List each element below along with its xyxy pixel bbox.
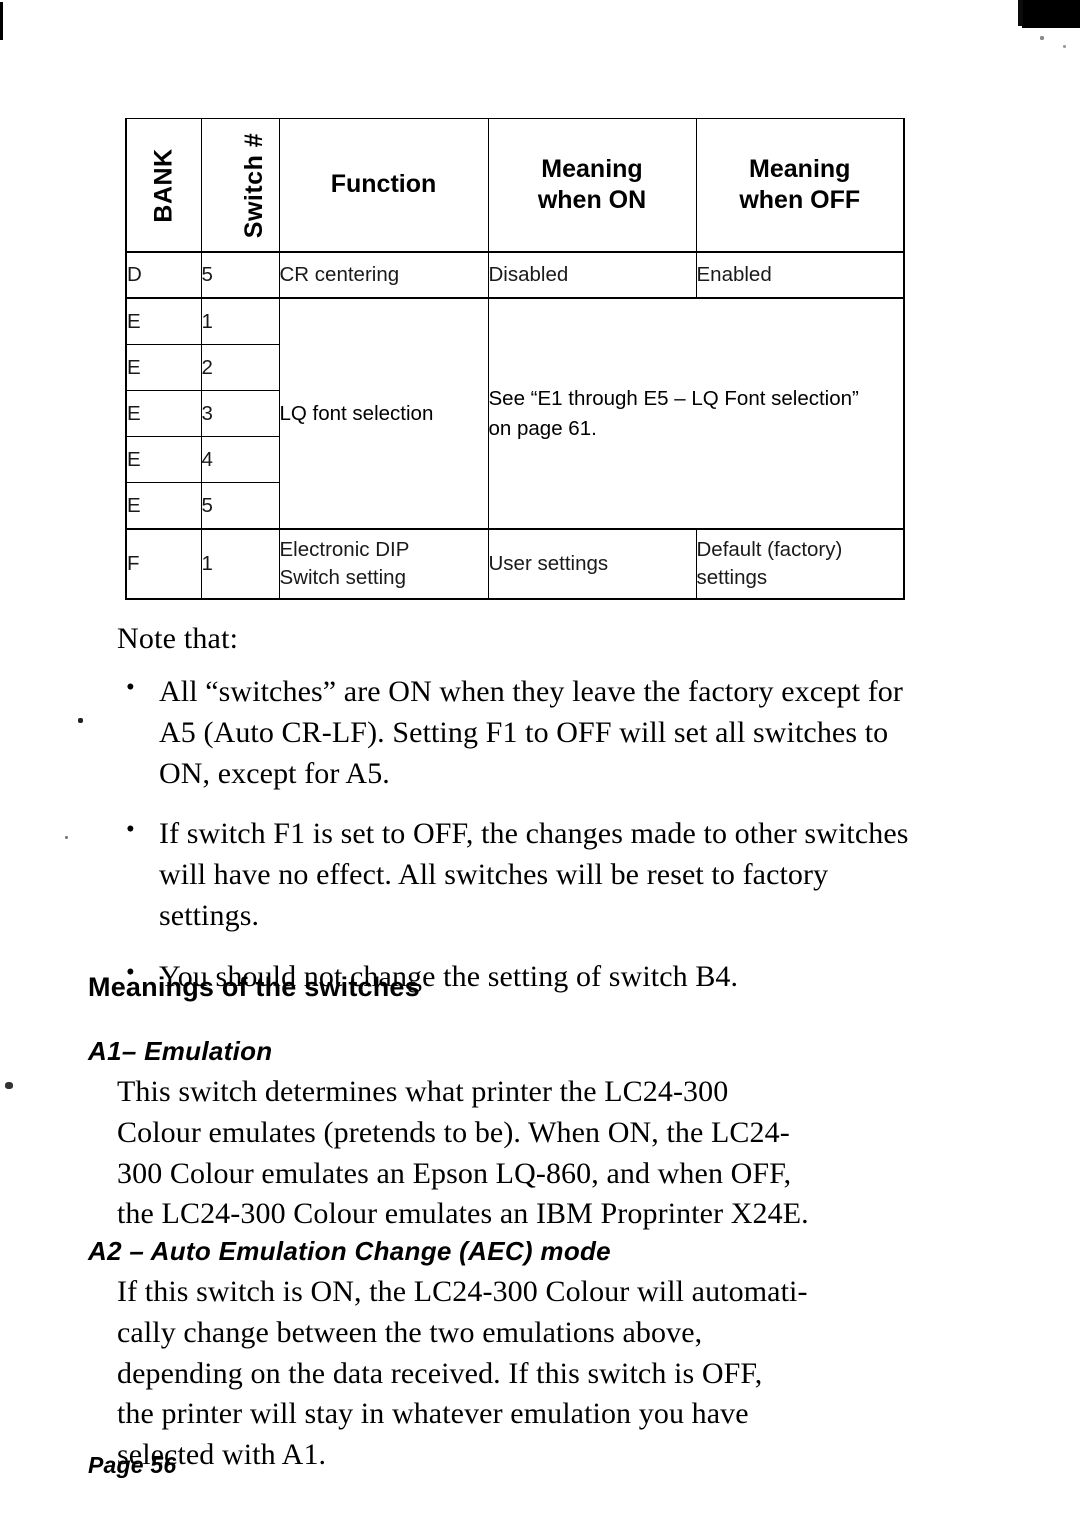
column-header-function: Function: [278, 118, 489, 253]
cell-meaning-on: Disabled: [487, 251, 697, 299]
paragraph-line: Colour emulates (pretends to be). When O…: [117, 1115, 790, 1149]
table-row: D 5 CR centering Disabled Enabled: [125, 251, 905, 299]
table-header-row: BANK Switch # Function Meaning when ON M…: [125, 118, 905, 253]
column-header-meaning-when-off-line2: when OFF: [739, 186, 861, 214]
cell-switch-number: 1: [200, 528, 280, 600]
cell-switch-number: 1: [200, 297, 280, 345]
paragraph-line: depending on the data received. If this …: [117, 1356, 763, 1390]
cell-switch-number: 2: [200, 344, 280, 391]
cell-switch-number: 4: [200, 436, 280, 483]
column-header-switch-number: Switch #: [200, 118, 280, 253]
table-row: F 1 Electronic DIP Switch setting User s…: [125, 528, 905, 600]
cell-bank: E: [125, 344, 202, 391]
column-header-bank: BANK: [125, 118, 202, 253]
paragraph-line: cally change between the two emulations …: [117, 1315, 703, 1349]
subsection-heading-a1-emulation: A1– Emulation: [88, 1036, 273, 1066]
paragraph-line: This switch determines what printer the …: [117, 1075, 729, 1108]
column-header-switch-number-label: Switch #: [239, 132, 268, 238]
cell-function-line2: Switch setting: [279, 566, 406, 589]
lq-note-line1: See “E1 through E5 – LQ Font selection”: [488, 386, 859, 410]
cell-meaning-off: Enabled: [695, 251, 905, 299]
scan-artifact-left-edge: [0, 2, 3, 40]
column-header-bank-label: BANK: [149, 147, 178, 223]
paragraph-a1-emulation: This switch determines what printer the …: [117, 1072, 947, 1235]
column-header-meaning-when-off-line1: Meaning: [749, 154, 851, 183]
table-row: E 1 LQ font selection See “E1 through E5…: [125, 297, 905, 530]
cell-switch-number: 5: [200, 482, 280, 530]
cell-bank: F: [125, 528, 202, 600]
scan-speck: [1063, 45, 1066, 48]
subsection-heading-a2-auto-emulation-change: A2 – Auto Emulation Change (AEC) mode: [88, 1236, 611, 1266]
paragraph-line: 300 Colour emulates an Epson LQ-860, and…: [117, 1156, 792, 1190]
column-header-meaning-when-on-line2: when ON: [537, 186, 647, 214]
scan-speck: [1040, 36, 1044, 40]
cell-bank: E: [125, 436, 202, 483]
paragraph-line: the printer will stay in whatever emulat…: [117, 1397, 749, 1431]
list-item: If switch F1 is set to OFF, the changes …: [117, 813, 927, 936]
scan-artifact-top-right: [1018, 0, 1080, 28]
cell-meaning-off-line1: Default (factory): [696, 538, 843, 562]
cell-function-lq-font-selection: LQ font selection: [278, 297, 489, 530]
column-header-meaning-when-on: Meaning when ON: [487, 118, 697, 253]
column-header-function-label: Function: [330, 170, 437, 199]
cell-switch-number: 5: [200, 251, 280, 299]
note-bullet-list: All “switches” are ON when they leave th…: [117, 671, 927, 1018]
cell-function: CR centering: [278, 251, 489, 299]
paragraph-line: selected with A1.: [117, 1438, 327, 1472]
page-number-footer: Page 56: [88, 1452, 177, 1478]
cell-bank: E: [125, 482, 202, 530]
scan-speck: [5, 1082, 13, 1089]
column-header-meaning-when-on-line1: Meaning: [541, 154, 643, 183]
cell-bank: E: [125, 390, 202, 437]
column-header-meaning-when-off: Meaning when OFF: [695, 118, 905, 253]
scan-speck: [65, 836, 68, 839]
cell-function-line1: Electronic DIP: [279, 538, 410, 562]
cell-switch-number: 3: [200, 390, 280, 437]
cell-meaning-on: User settings: [487, 528, 697, 600]
paragraph-a2-auto-emulation-change: If this switch is ON, the LC24-300 Colou…: [117, 1272, 947, 1476]
cell-meaning-off-line2: settings: [696, 566, 768, 589]
scan-speck: [78, 718, 83, 723]
switch-settings-table: BANK Switch # Function Meaning when ON M…: [125, 118, 905, 600]
lq-note-line2: on page 61.: [488, 416, 597, 440]
paragraph-line: the LC24-300 Colour emulates an IBM Prop…: [117, 1197, 809, 1231]
cell-bank: D: [125, 251, 202, 299]
cell-lq-font-selection-note: See “E1 through E5 – LQ Font selection” …: [487, 297, 905, 530]
paragraph-line: If this switch is ON, the LC24-300 Colou…: [117, 1275, 808, 1308]
list-item: All “switches” are ON when they leave th…: [117, 671, 927, 794]
cell-bank: E: [125, 297, 202, 345]
cell-function: Electronic DIP Switch setting: [278, 528, 489, 600]
section-heading-meanings-of-the-switches: Meanings of the switches: [88, 972, 420, 1002]
note-lead-in: Note that:: [117, 622, 239, 655]
cell-meaning-off: Default (factory) settings: [695, 528, 905, 600]
